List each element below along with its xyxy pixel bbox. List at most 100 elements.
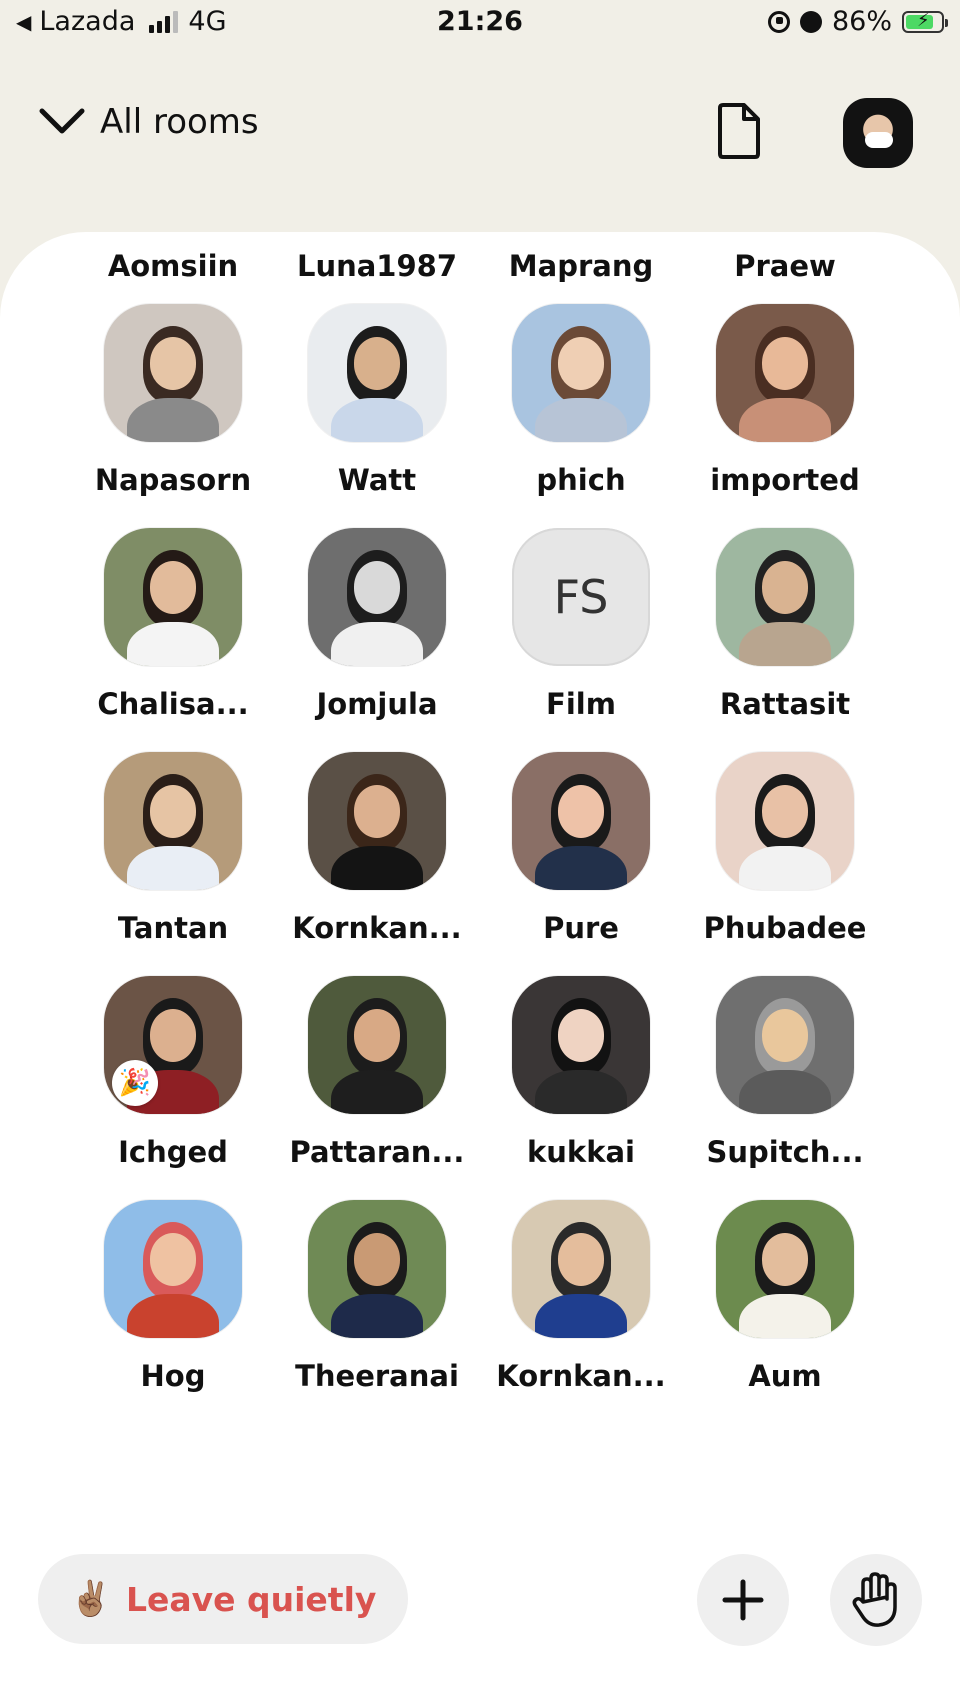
participant-tile[interactable]: Kornkan...	[277, 752, 477, 948]
participant-name: Hog	[140, 1359, 206, 1393]
participant-avatar[interactable]	[512, 1200, 650, 1338]
speaker-name[interactable]: Aomsiin	[73, 246, 273, 286]
participant-avatar[interactable]	[716, 976, 854, 1114]
participant-tile[interactable]: Hog	[73, 1200, 273, 1396]
participant-avatar[interactable]	[308, 752, 446, 890]
participant-avatar[interactable]	[104, 1200, 242, 1338]
participant-avatar[interactable]	[716, 752, 854, 890]
participant-avatar[interactable]	[512, 976, 650, 1114]
leave-quietly-button[interactable]: ✌🏽 Leave quietly	[38, 1554, 408, 1644]
participant-avatar-wrap	[512, 976, 650, 1114]
participant-tile[interactable]: Jomjula	[277, 528, 477, 724]
participant-name: Film	[546, 687, 616, 721]
participant-avatar[interactable]	[716, 304, 854, 442]
all-rooms-toggle[interactable]: All rooms	[38, 102, 259, 142]
battery-icon: ⚡	[902, 10, 948, 33]
participant-name: imported	[710, 463, 860, 497]
speaker-name-label: Praew	[734, 249, 836, 283]
participant-avatar-wrap	[308, 976, 446, 1114]
participant-name: Jomjula	[316, 687, 438, 721]
speaker-name-label: Aomsiin	[107, 249, 239, 283]
participant-name: Pattaran...	[289, 1135, 465, 1169]
avatar-body	[739, 397, 831, 442]
participant-tile[interactable]: Watt	[277, 304, 477, 500]
participant-avatar[interactable]	[308, 1200, 446, 1338]
speaker-name[interactable]: Praew	[685, 246, 885, 286]
participant-tile[interactable]: Tantan	[73, 752, 273, 948]
participant-tile[interactable]: FS Film	[481, 528, 681, 724]
avatar-face	[557, 785, 605, 838]
avatar-body	[331, 621, 423, 666]
my-profile-avatar[interactable]	[843, 98, 913, 168]
participant-tile[interactable]: Supitch...	[685, 976, 885, 1172]
add-button[interactable]	[697, 1554, 789, 1646]
document-icon[interactable]	[714, 102, 762, 160]
chevron-down-icon	[38, 107, 86, 137]
avatar-body	[127, 397, 219, 442]
participant-avatar-wrap	[716, 752, 854, 890]
alarm-icon	[799, 10, 822, 33]
participant-tile[interactable]: Phubadee	[685, 752, 885, 948]
participant-initials-avatar[interactable]: FS	[512, 528, 650, 666]
participant-avatar[interactable]	[308, 528, 446, 666]
avatar-face	[149, 785, 197, 838]
participant-avatar[interactable]	[308, 976, 446, 1114]
avatar-body	[127, 845, 219, 890]
participant-tile[interactable]: kukkai	[481, 976, 681, 1172]
participant-avatar[interactable]	[716, 528, 854, 666]
avatar-body	[331, 845, 423, 890]
participant-name: Tantan	[117, 911, 229, 945]
participant-avatar[interactable]	[308, 304, 446, 442]
participant-avatar-wrap	[512, 752, 650, 890]
avatar-face	[353, 337, 401, 390]
raise-hand-button[interactable]	[830, 1554, 922, 1646]
participant-avatar-wrap: FS	[512, 528, 650, 666]
participant-name: Kornkan...	[292, 911, 462, 945]
participant-tile[interactable]: Rattasit	[685, 528, 885, 724]
participant-avatar-wrap	[104, 304, 242, 442]
speaker-name[interactable]: Luna1987	[277, 246, 477, 286]
participant-name: Kornkan...	[496, 1359, 666, 1393]
participant-tile[interactable]: imported	[685, 304, 885, 500]
participant-tile[interactable]: Aum	[685, 1200, 885, 1396]
participant-avatar-wrap	[104, 528, 242, 666]
participant-tile[interactable]: Theeranai	[277, 1200, 477, 1396]
participant-name: Watt	[337, 463, 417, 497]
participant-name: Aum	[748, 1359, 822, 1393]
participant-name: Chalisa...	[97, 687, 249, 721]
participant-avatar[interactable]	[104, 752, 242, 890]
participant-avatar-wrap	[716, 304, 854, 442]
participant-tile[interactable]: Pattaran...	[277, 976, 477, 1172]
participant-avatar-wrap	[512, 304, 650, 442]
participant-name: Phubadee	[703, 911, 867, 945]
participant-avatar[interactable]	[512, 752, 650, 890]
avatar-face	[353, 785, 401, 838]
participant-name: kukkai	[526, 1135, 635, 1169]
avatar-face	[149, 1009, 197, 1062]
speaker-name-label: Luna1987	[296, 249, 458, 283]
participant-avatar-wrap: 🎉	[104, 976, 242, 1114]
participant-avatar[interactable]	[716, 1200, 854, 1338]
participant-tile[interactable]: phich	[481, 304, 681, 500]
avatar-face	[149, 1233, 197, 1286]
speaker-name-label: Maprang	[508, 249, 654, 283]
participant-avatar[interactable]	[104, 304, 242, 442]
participant-tile[interactable]: 🎉 Ichged	[73, 976, 273, 1172]
avatar-face	[557, 1009, 605, 1062]
participant-tile[interactable]: Kornkan...	[481, 1200, 681, 1396]
participant-tile[interactable]: Napasorn	[73, 304, 273, 500]
plus-icon	[722, 1579, 764, 1621]
peace-hand-icon: ✌🏽	[69, 1579, 112, 1619]
participant-avatar-wrap	[512, 1200, 650, 1338]
participant-avatar[interactable]	[512, 304, 650, 442]
participant-avatar-wrap	[104, 1200, 242, 1338]
avatar-face	[761, 1233, 809, 1286]
participant-avatar[interactable]	[104, 528, 242, 666]
speaker-name[interactable]: Maprang	[481, 246, 681, 286]
participant-name: Ichged	[118, 1135, 228, 1169]
avatar-face	[761, 785, 809, 838]
status-bar: ◀ Lazada 4G 21:26 86% ⚡	[0, 0, 960, 48]
room-card: Aomsiin Luna1987 Maprang Praew Napasorn Watt…	[0, 232, 960, 1707]
participant-tile[interactable]: Pure	[481, 752, 681, 948]
participant-tile[interactable]: Chalisa...	[73, 528, 273, 724]
